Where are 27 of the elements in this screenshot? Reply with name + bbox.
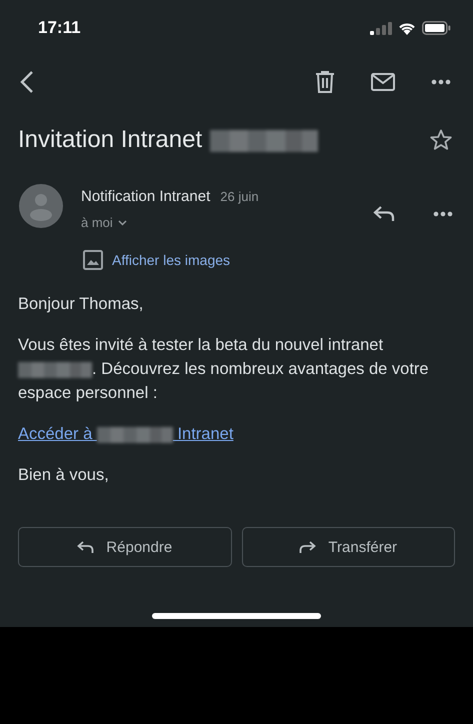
signal-icon bbox=[370, 22, 392, 34]
avatar-icon bbox=[19, 184, 63, 228]
battery-icon bbox=[422, 21, 451, 35]
forward-button[interactable]: Transférer bbox=[242, 527, 455, 567]
email-paragraph: Bonjour Thomas, bbox=[18, 294, 144, 315]
more-icon[interactable] bbox=[433, 211, 453, 217]
reply-icon[interactable] bbox=[373, 206, 395, 222]
intranet-link[interactable]: Accéder à Intranet bbox=[18, 422, 234, 446]
email-paragraph: Vous êtes invité à tester la beta du nouvel intranet . Découvrez les nombreux avantages de votre espace personnel : bbox=[18, 335, 430, 404]
sender-name: Notification Intranet bbox=[81, 188, 210, 205]
star-icon[interactable] bbox=[429, 129, 453, 151]
back-icon[interactable] bbox=[20, 70, 34, 94]
envelope-icon[interactable] bbox=[371, 73, 395, 91]
email-subject: Invitation Intranet bbox=[18, 126, 429, 154]
recipient-toggle[interactable]: à moi bbox=[81, 215, 127, 230]
reply-button[interactable]: Répondre bbox=[18, 527, 232, 567]
image-icon bbox=[83, 250, 103, 270]
status-time: 17:11 bbox=[38, 18, 81, 38]
forward-icon bbox=[299, 540, 316, 554]
delete-icon[interactable] bbox=[315, 71, 335, 93]
email-paragraph: Bien à vous, bbox=[18, 465, 110, 486]
chevron-icon bbox=[118, 220, 127, 226]
more-icon[interactable] bbox=[431, 79, 451, 85]
show-images-link[interactable]: Afficher les images bbox=[112, 252, 230, 268]
wifi-icon bbox=[398, 21, 416, 35]
reply-icon bbox=[77, 540, 94, 554]
email-date: 26 juin bbox=[220, 189, 259, 204]
